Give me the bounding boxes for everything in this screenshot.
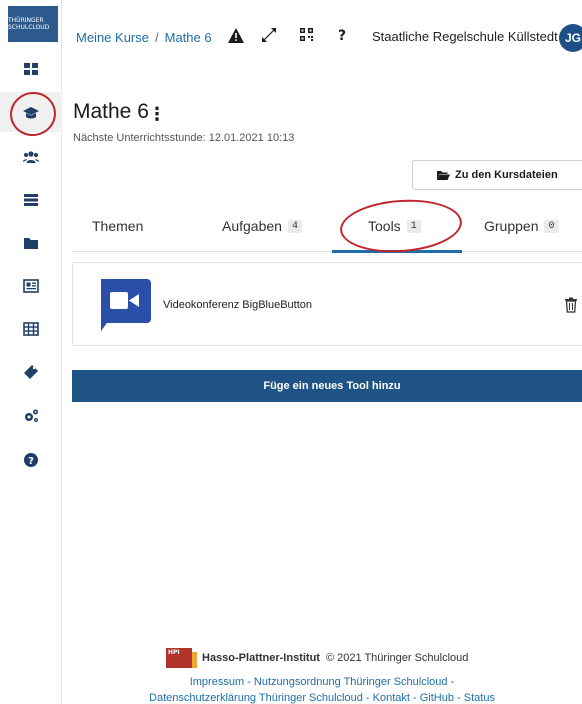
newspaper-icon — [23, 279, 39, 293]
course-menu-icon[interactable]: ⋮ — [148, 104, 166, 125]
sidebar-item-add-ons[interactable] — [20, 361, 42, 383]
course-files-button[interactable]: Zu den Kursdateien — [412, 160, 582, 190]
trash-icon[interactable] — [564, 297, 578, 313]
sidebar-item-help[interactable]: ? — [20, 449, 42, 471]
sidebar-item-teams[interactable] — [20, 146, 42, 168]
sidebar-item-news[interactable] — [20, 275, 42, 297]
footer-brand: HPI Hasso-Plattner-Institut © 2021 Thüri… — [166, 648, 468, 668]
list-icon — [24, 194, 38, 206]
tab-themen[interactable]: Themen — [92, 218, 143, 234]
school-name: Staatliche Regelschule Küllstedt — [372, 29, 558, 44]
footer-link-nutzungsordnung[interactable]: Nutzungsordnung Thüringer Schulcloud — [254, 676, 448, 688]
tool-card[interactable]: Videokonferenz BigBlueButton — [72, 262, 582, 346]
sidebar-item-administration[interactable] — [20, 405, 42, 427]
breadcrumb-current[interactable]: Mathe 6 — [165, 30, 212, 45]
avatar[interactable]: JG — [559, 24, 582, 52]
hpi-badge-text: HPI — [168, 649, 180, 656]
add-tool-button[interactable]: Füge ein neues Tool hinzu — [72, 370, 582, 402]
video-camera-icon — [101, 279, 151, 331]
sidebar-item-dashboard[interactable] — [20, 58, 42, 80]
hpi-name: Hasso-Plattner-Institut — [202, 652, 320, 664]
tab-gruppen[interactable]: Gruppen 0 — [484, 218, 559, 234]
sidebar-item-tasks[interactable] — [20, 189, 42, 211]
annotation-circle-tools — [338, 195, 464, 257]
grid-icon — [24, 63, 38, 75]
help-icon: ? — [24, 453, 38, 467]
page-title: Mathe 6 — [73, 100, 149, 123]
cogs-icon — [25, 409, 38, 422]
sidebar-item-calendar[interactable] — [20, 318, 42, 340]
sidebar-item-files[interactable] — [20, 232, 42, 254]
top-header: Meine Kurse / Mathe 6 ? Staatliche Regelsc… — [62, 0, 582, 72]
count-badge: 4 — [287, 219, 302, 233]
puzzle-icon — [24, 365, 38, 379]
course-files-label: Zu den Kursdateien — [455, 169, 558, 181]
footer-link-kontakt[interactable]: Kontakt — [373, 692, 410, 704]
footer-link-impressum[interactable]: Impressum — [190, 676, 244, 688]
alert-icon[interactable] — [228, 28, 244, 47]
table-icon — [23, 322, 39, 336]
tab-label: Aufgaben — [222, 218, 282, 234]
svg-text:?: ? — [28, 456, 34, 467]
folder-open-icon — [437, 171, 450, 180]
schulcloud-logo[interactable]: THÜRINGER SCHULCLOUD — [8, 6, 58, 42]
breadcrumb-my-courses[interactable]: Meine Kurse — [76, 30, 149, 45]
fullscreen-icon[interactable] — [262, 28, 276, 46]
users-icon — [23, 151, 39, 163]
breadcrumb: Meine Kurse / Mathe 6 — [76, 30, 212, 45]
breadcrumb-separator: / — [154, 30, 159, 45]
hpi-logo[interactable]: HPI — [166, 648, 197, 668]
tab-label: Themen — [92, 218, 144, 234]
qr-code-icon[interactable] — [300, 28, 313, 45]
count-badge: 0 — [544, 219, 559, 233]
tool-name[interactable]: Videokonferenz BigBlueButton — [163, 299, 312, 311]
footer-links: Impressum - Nutzungsordnung Thüringer Sc… — [149, 676, 495, 704]
question-icon[interactable]: ? — [338, 28, 346, 44]
footer-link-github[interactable]: GitHub — [420, 692, 454, 704]
folder-icon — [24, 238, 38, 249]
logo-text: THÜRINGER SCHULCLOUD — [8, 17, 50, 31]
footer-link-datenschutz[interactable]: Datenschutzerklärung Thüringer Schulclou… — [149, 692, 363, 704]
footer-link-status[interactable]: Status — [464, 692, 495, 704]
course-tabs: Themen Aufgaben 4 Tools 1 Gruppen 0 — [72, 195, 582, 257]
tab-aufgaben[interactable]: Aufgaben 4 — [222, 218, 302, 234]
tab-label: Gruppen — [484, 218, 539, 234]
next-lesson-info: Nächste Unterrichtsstunde: 12.01.2021 10… — [73, 132, 295, 144]
copyright: © 2021 Thüringer Schulcloud — [325, 652, 469, 664]
sidebar: THÜRINGER SCHULCLOUD ? — [0, 0, 62, 704]
